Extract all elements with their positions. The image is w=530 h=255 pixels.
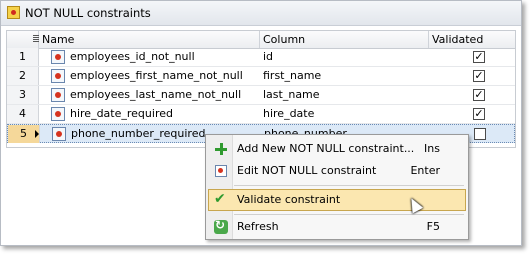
validated-checkbox[interactable]: ✓ — [473, 51, 485, 63]
grid-header: Name Column Validated — [7, 31, 515, 49]
current-row-indicator-icon — [35, 130, 39, 138]
check-icon: ✔ — [214, 191, 226, 207]
menu-item-shortcut: F5 — [426, 220, 440, 233]
not-null-constraint-icon — [51, 107, 65, 121]
constraint-column[interactable]: last_name — [263, 86, 320, 104]
not-null-constraint-icon — [51, 50, 65, 64]
validated-checkbox[interactable]: ✓ — [473, 70, 485, 82]
row-number: 1 — [7, 48, 39, 66]
not-null-constraint-icon — [51, 88, 65, 102]
menu-separator — [234, 214, 464, 215]
header-validated[interactable]: Validated — [429, 31, 515, 48]
validated-checkbox[interactable]: ✓ — [473, 89, 485, 101]
table-row[interactable]: 1 employees_id_not_null id ✓ — [7, 48, 515, 67]
header-name[interactable]: Name — [39, 31, 260, 48]
menu-item-label: Add New NOT NULL constraint... — [237, 142, 415, 155]
context-menu: Add New NOT NULL constraint... Ins Edit … — [205, 134, 469, 240]
menu-item-label: Refresh — [237, 220, 279, 233]
validated-checkbox[interactable] — [474, 128, 486, 140]
constraint-column[interactable]: hire_date — [263, 105, 314, 123]
table-row[interactable]: 4 hire_date_required hire_date ✓ — [7, 105, 515, 124]
constraint-icon — [7, 6, 20, 19]
row-number: 4 — [7, 105, 39, 123]
constraint-name[interactable]: employees_id_not_null — [70, 48, 195, 66]
not-null-constraint-icon — [52, 127, 66, 141]
constraint-name[interactable]: employees_first_name_not_null — [70, 67, 243, 85]
not-null-constraint-icon — [51, 69, 65, 83]
menu-item-add[interactable]: Add New NOT NULL constraint... Ins — [208, 138, 466, 160]
menu-item-shortcut: Enter — [410, 164, 440, 177]
refresh-icon — [214, 218, 228, 234]
header-row-number — [7, 31, 39, 48]
menu-item-refresh[interactable]: Refresh F5 — [208, 216, 466, 238]
menu-item-edit[interactable]: Edit NOT NULL constraint Enter — [208, 160, 466, 182]
table-row[interactable]: 2 employees_first_name_not_null first_na… — [7, 67, 515, 86]
panel-title: NOT NULL constraints — [25, 6, 151, 20]
add-icon — [214, 142, 228, 156]
menu-item-validate[interactable]: ✔ Validate constraint — [208, 189, 466, 211]
constraint-column[interactable]: first_name — [263, 67, 321, 85]
row-number: 3 — [7, 86, 39, 104]
panel-titlebar: NOT NULL constraints — [1, 1, 521, 26]
edit-icon — [214, 164, 228, 178]
constraint-name[interactable]: phone_number_required — [71, 125, 205, 143]
menu-item-label: Edit NOT NULL constraint — [237, 164, 377, 177]
constraint-column[interactable]: id — [263, 48, 273, 66]
menu-item-label: Validate constraint — [237, 193, 341, 206]
header-column[interactable]: Column — [260, 31, 429, 48]
constraints-grid[interactable]: Name Column Validated 1 employees_id_not… — [6, 30, 516, 148]
row-number: 2 — [7, 67, 39, 85]
validated-checkbox[interactable]: ✓ — [473, 108, 485, 120]
menu-item-shortcut: Ins — [424, 142, 440, 155]
constraint-name[interactable]: employees_last_name_not_null — [70, 86, 241, 104]
menu-separator — [234, 185, 464, 186]
constraint-name[interactable]: hire_date_required — [70, 105, 173, 123]
table-row[interactable]: 3 employees_last_name_not_null last_name… — [7, 86, 515, 105]
